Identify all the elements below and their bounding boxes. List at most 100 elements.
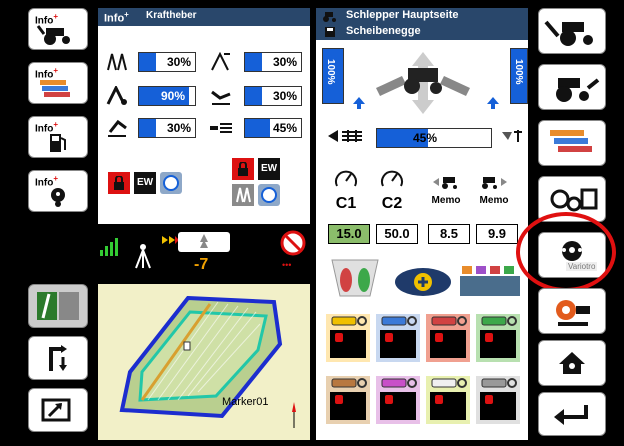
valve-8[interactable] [476,376,520,424]
remote-valves-button[interactable] [538,120,606,166]
guidance-view-button[interactable] [28,284,88,328]
float-position-icon [210,123,232,133]
cylinder-icon [381,316,417,326]
cruise-c2-button[interactable]: C2 [374,168,410,212]
info-implement-button[interactable]: Info+ [28,62,88,104]
valve-5[interactable] [326,376,370,424]
right-vertical-bar[interactable]: 100% [510,48,528,104]
panel-title: Kraftheber [146,10,197,21]
lift-up-icon [211,52,230,71]
tractor-front-button[interactable] [538,64,606,110]
highlight-ring [516,212,616,292]
info-label: Info+ [35,66,58,81]
headland-turn-button[interactable] [28,336,88,380]
damping-gauge-icon [261,187,277,203]
cylinder-icon [481,316,517,326]
hitch-bar-5[interactable]: 30% [244,86,302,106]
front-damping-button[interactable] [258,184,280,206]
valve-7[interactable] [426,376,470,424]
signal-bars-icon [100,238,118,256]
lower-link-icon [108,119,127,137]
rear-hitch-lock-button[interactable] [108,172,130,194]
marker-label: Marker01 [222,396,269,408]
tractor-implement-icon [376,52,470,114]
speed-value-3[interactable]: 8.5 [428,224,470,244]
speed-value-1[interactable]: 15.0 [328,224,370,244]
direction-arrows-icon [162,236,179,244]
speed-value-2[interactable]: 50.0 [376,224,418,244]
tractor-left-icon [433,177,457,189]
info-tractor-button[interactable]: Info+ [28,8,88,50]
memo-1-button[interactable]: Memo [426,174,466,212]
hitch-bar-3[interactable]: 30% [138,118,196,138]
ew-button[interactable]: EW [134,172,156,194]
draft-control-icon [328,130,362,142]
plus-minus-control-icon[interactable] [392,264,454,296]
memo-2-button[interactable]: Memo [474,174,514,212]
top-link-icon [211,90,231,105]
front-hitch-lock-button[interactable] [232,158,254,180]
valve-grid [326,314,522,432]
hitch-bar-6[interactable]: 45% [244,118,302,138]
info-variotronic-button[interactable]: Info+ [28,170,88,212]
lift-up-icon [107,53,127,71]
info-fuel-button[interactable]: Info+ [28,116,88,158]
up-arrow-icon [353,97,365,109]
save-icon [325,27,335,37]
valve-2[interactable] [376,314,420,362]
lock-icon [114,176,124,190]
valve-6[interactable] [376,376,420,424]
valve-bank-icon[interactable] [458,262,522,298]
ew-front-button[interactable]: EW [258,158,280,180]
valve-4[interactable] [476,314,520,362]
front-hitch-mode-button[interactable] [232,184,254,206]
offset-button[interactable] [178,232,230,252]
plough-icon [502,130,522,142]
info-label: Info+ [35,120,58,135]
home-icon [559,352,585,374]
turn-arrow-icon [49,345,67,371]
tree-marker-icon [200,234,208,248]
cylinder-icon [331,378,367,388]
lift-link-icon [106,86,127,105]
hitch-panel: Info+ Kraftheber 30% 90% 30% 30% 30% 45%… [98,8,310,224]
hitch-bar-1[interactable]: 30% [138,52,196,72]
status-strip: -7 ••• [98,228,310,280]
no-gps-icon [280,230,306,256]
home-button[interactable] [538,340,606,386]
tractor-icon [323,12,336,22]
tractor-lift-icon [544,20,593,46]
tractor-main-panel: Schlepper Hauptseite Scheibenegge 100% 1… [316,8,528,440]
field-map[interactable]: Marker01 [98,284,310,440]
tractor-front-hitch-icon [556,78,600,102]
pto-shaft-icon [556,300,590,326]
hitch-bar-2[interactable]: 90% [138,86,196,106]
damping-button[interactable] [160,172,182,194]
red-dots: ••• [282,260,292,270]
speedometer-icon [381,170,403,187]
speedometer-icon [335,170,357,187]
panel-info-label: Info+ [104,10,129,25]
valve-1[interactable] [326,314,370,362]
fuel-pump-icon [50,134,66,152]
hitch-bar-4[interactable]: 30% [244,52,302,72]
back-button[interactable] [538,392,606,436]
gears-engine-icon [550,188,598,212]
guidance-lanes-icon [37,292,79,320]
lock-icon [238,162,248,176]
speed-value-4[interactable]: 9.9 [476,224,518,244]
left-vertical-bar[interactable]: 100% [322,48,344,104]
valve-3[interactable] [426,314,470,362]
draft-bar[interactable]: 45% [376,128,492,148]
pto-button[interactable] [538,288,606,334]
cruise-c1-button[interactable]: C1 [328,168,364,212]
hydraulic-cylinders-icon [550,130,592,152]
tractor-page-title: Schlepper Hauptseite [346,9,459,21]
joystick-icon[interactable] [326,256,384,300]
tractor-hitch-button[interactable] [538,8,606,54]
export-button[interactable] [28,388,88,432]
back-arrow-icon [554,405,588,425]
cylinder-icon [481,378,517,388]
cylinder-icon [331,316,367,326]
info-label: Info+ [35,12,58,27]
